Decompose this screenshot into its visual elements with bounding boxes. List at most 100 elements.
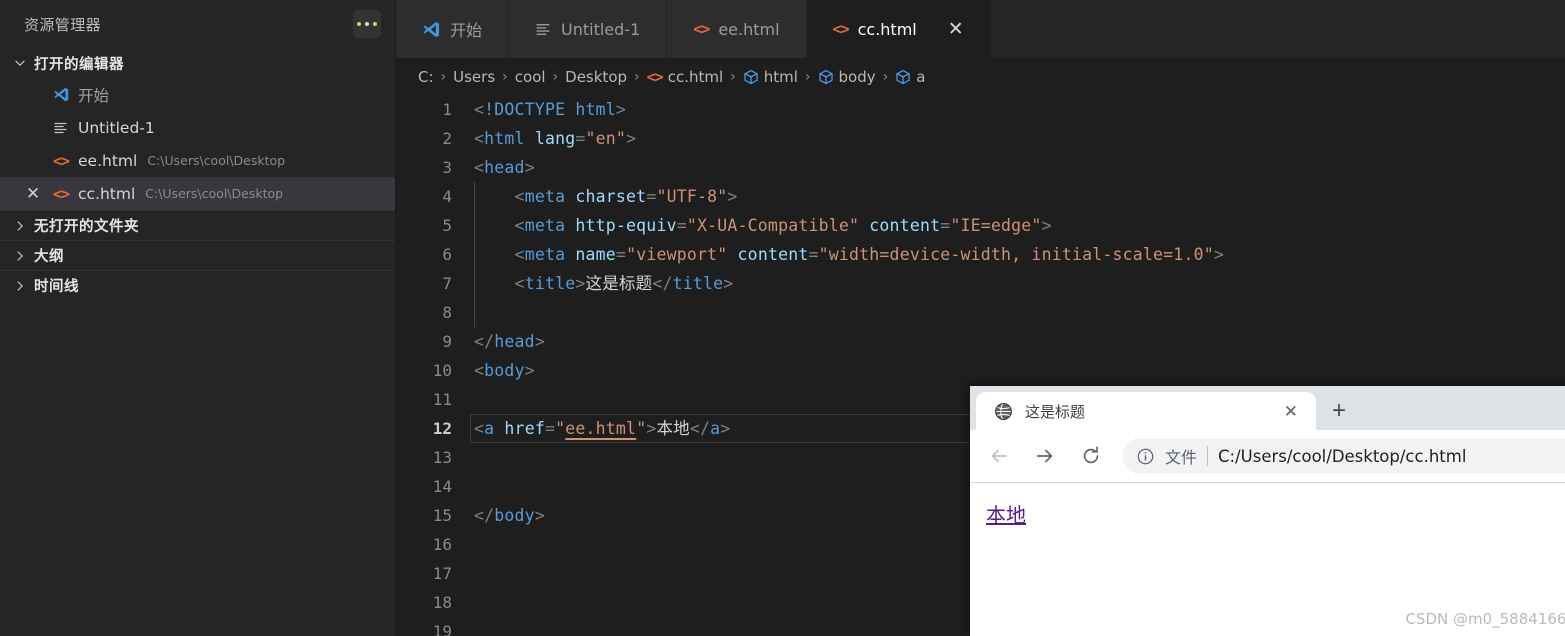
close-icon[interactable]: ✕	[22, 185, 44, 202]
close-icon[interactable]: ✕	[948, 20, 964, 39]
tab-label: 开始	[450, 17, 482, 41]
breadcrumb-item-cc-html[interactable]: <> cc.html	[647, 68, 724, 86]
explorer-title: 资源管理器	[24, 14, 101, 35]
code-token: <	[474, 419, 484, 438]
code-line[interactable]: 9</head>	[396, 327, 1565, 356]
code-token: <	[515, 216, 525, 235]
code-line[interactable]: 4 <meta charset="UTF-8">	[396, 182, 1565, 211]
code-token: <	[474, 129, 484, 148]
breadcrumb-item-desktop[interactable]: Desktop	[565, 68, 627, 86]
code-token: <	[515, 245, 525, 264]
code-line[interactable]: 10<body>	[396, 356, 1565, 385]
line-number: 6	[396, 245, 474, 264]
chevron-right-icon	[12, 248, 28, 264]
close-icon[interactable]: ✕	[1278, 403, 1304, 420]
ellipsis-icon[interactable]	[353, 10, 381, 38]
code-token	[565, 187, 575, 206]
line-number: 9	[396, 332, 474, 351]
open-editor-item-ee-html[interactable]: <> ee.html C:\Users\cool\Desktop	[0, 144, 395, 177]
url-text: C:/Users/cool/Desktop/cc.html	[1218, 447, 1466, 466]
address-bar[interactable]: 文件 C:/Users/cool/Desktop/cc.html	[1122, 438, 1565, 474]
breadcrumb-label: cc.html	[668, 68, 723, 86]
breadcrumb-item-html[interactable]: html	[743, 68, 798, 86]
code-token: </	[474, 506, 494, 525]
section-timeline[interactable]: 时间线	[0, 270, 395, 300]
breadcrumb-item-drive[interactable]: C:	[418, 68, 434, 86]
line-number: 16	[396, 535, 474, 554]
section-label: 打开的编辑器	[34, 53, 124, 74]
tab-ee-html[interactable]: <> ee.html	[667, 0, 806, 58]
globe-icon	[994, 402, 1013, 421]
code-text: </head>	[474, 327, 1565, 356]
breadcrumb-item-users[interactable]: Users	[453, 68, 495, 86]
code-line[interactable]: 6 <meta name="viewport" content="width=d…	[396, 240, 1565, 269]
new-tab-button[interactable]: +	[1316, 392, 1362, 430]
code-text: <meta http-equiv="X-UA-Compatible" conte…	[474, 211, 1565, 240]
breadcrumb-item-a[interactable]: a	[895, 68, 925, 86]
section-open-editors[interactable]: 打开的编辑器	[0, 48, 395, 78]
code-token: meta	[525, 187, 566, 206]
code-token: head	[494, 332, 535, 351]
line-number: 12	[396, 419, 474, 438]
code-token: "IE=edge"	[950, 216, 1041, 235]
breadcrumb-separator: ›	[634, 69, 640, 85]
code-token: "	[636, 419, 646, 438]
arrow-right-icon[interactable]	[1024, 435, 1066, 477]
code-token: "en"	[586, 129, 627, 148]
watermark: CSDN @m0_58841665	[1405, 610, 1565, 628]
code-text: <meta name="viewport" content="width=dev…	[474, 240, 1565, 269]
code-line[interactable]: 3<head>	[396, 153, 1565, 182]
chevron-down-icon	[12, 55, 28, 71]
code-token: >	[1042, 216, 1052, 235]
code-token: <	[474, 361, 484, 380]
code-token: !DOCTYPE html	[484, 100, 616, 119]
code-token: lang	[535, 129, 576, 148]
reload-icon[interactable]	[1070, 435, 1112, 477]
breadcrumb-item-body[interactable]: body	[818, 68, 876, 86]
html-file-icon: <>	[833, 20, 849, 38]
code-line[interactable]: 8	[396, 298, 1565, 327]
arrow-left-icon[interactable]	[978, 435, 1020, 477]
code-token: "viewport"	[626, 245, 727, 264]
code-token: title	[673, 274, 724, 293]
scheme-label: 文件	[1165, 444, 1197, 468]
open-editor-item-start[interactable]: 开始	[0, 78, 395, 111]
code-line[interactable]: 5 <meta http-equiv="X-UA-Compatible" con…	[396, 211, 1565, 240]
tab-cc-html[interactable]: <> cc.html ✕	[807, 0, 991, 58]
symbol-cube-icon	[818, 69, 834, 85]
code-token: >	[525, 361, 535, 380]
code-line[interactable]: 1<!DOCTYPE html>	[396, 95, 1565, 124]
code-token[interactable]: ee.html	[565, 419, 636, 438]
section-outline[interactable]: 大纲	[0, 240, 395, 270]
breadcrumb-label: html	[764, 68, 798, 86]
tab-untitled-1[interactable]: Untitled-1	[509, 0, 667, 58]
code-token	[474, 187, 515, 206]
code-token: "UTF-8"	[656, 187, 727, 206]
breadcrumb-item-cool[interactable]: cool	[515, 68, 546, 86]
code-token: html	[484, 129, 525, 148]
code-token	[474, 216, 515, 235]
info-circle-icon[interactable]	[1136, 447, 1155, 466]
open-editor-item-untitled[interactable]: Untitled-1	[0, 111, 395, 144]
code-line[interactable]: 2<html lang="en">	[396, 124, 1565, 153]
chevron-right-icon	[12, 218, 28, 234]
tab-label: cc.html	[858, 20, 917, 39]
code-token: content	[869, 216, 940, 235]
open-editor-item-cc-html[interactable]: ✕ <> cc.html C:\Users\cool\Desktop	[0, 177, 395, 210]
code-token: name	[575, 245, 616, 264]
code-line[interactable]: 7 <title>这是标题</title>	[396, 269, 1565, 298]
line-number: 5	[396, 216, 474, 235]
explorer-sidebar: 资源管理器 打开的编辑器 开始	[0, 0, 396, 636]
page-link-local[interactable]: 本地	[986, 503, 1026, 527]
browser-tab[interactable]: 这是标题 ✕	[976, 392, 1316, 430]
code-token: =	[545, 419, 555, 438]
code-token: >	[646, 419, 656, 438]
section-no-folder-opened[interactable]: 无打开的文件夹	[0, 210, 395, 240]
tab-start[interactable]: 开始	[396, 0, 509, 58]
code-token: 这是标题	[586, 274, 653, 293]
line-number: 19	[396, 622, 474, 636]
code-text: <body>	[474, 356, 1565, 385]
breadcrumb-label: Desktop	[565, 68, 627, 86]
code-token: title	[525, 274, 576, 293]
code-text: <title>这是标题</title>	[474, 269, 1565, 298]
